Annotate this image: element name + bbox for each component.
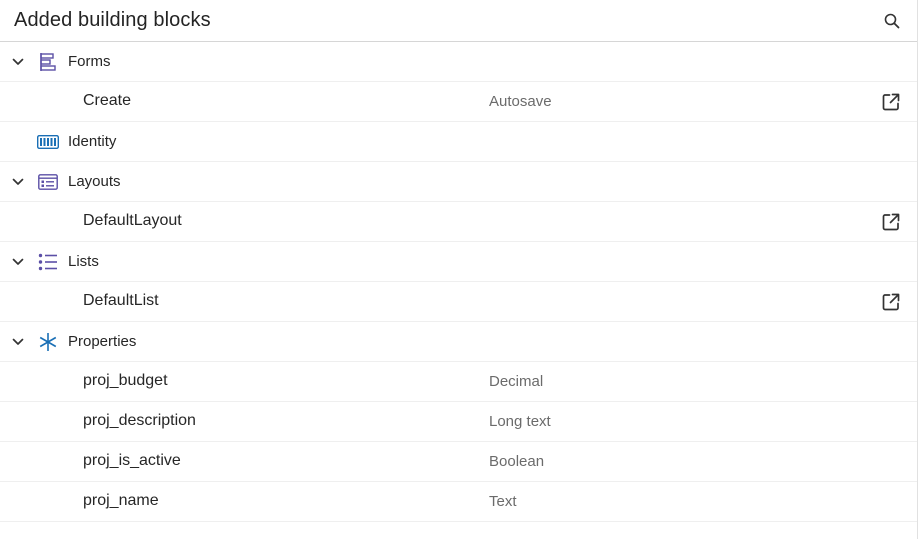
search-button[interactable] [881,10,903,32]
open-external-icon[interactable] [880,291,902,313]
category-row-layouts[interactable]: Layouts [0,162,917,202]
category-row-forms[interactable]: Forms [0,42,917,82]
category-label: Forms [68,53,111,70]
list-item[interactable]: DefaultList [0,282,917,322]
category-label: Properties [68,333,137,350]
panel-header: Added building blocks [0,0,917,42]
item-name: proj_is_active [83,452,181,469]
open-external-icon[interactable] [880,211,902,233]
list-item[interactable]: DefaultLayout [0,202,917,242]
chevron-down-icon[interactable] [10,174,26,190]
panel-title: Added building blocks [14,9,211,31]
item-name: Create [83,92,132,109]
search-icon [884,13,900,28]
lists-icon [37,251,59,273]
list-item[interactable]: proj_budget Decimal [0,362,917,402]
tree-list: Forms Create Autosave Identity Layouts Defa… [0,42,917,522]
list-item[interactable]: proj_name Text [0,482,917,522]
chevron-down-icon[interactable] [10,334,26,350]
item-type: Autosave [489,93,552,110]
layouts-icon [37,171,59,193]
category-label: Lists [68,253,99,270]
item-name: DefaultLayout [83,212,182,229]
item-type: Boolean [489,453,545,470]
list-item[interactable]: Create Autosave [0,82,917,122]
properties-icon [37,331,59,353]
item-name: DefaultList [83,292,159,309]
item-name: proj_name [83,492,159,509]
chevron-down-icon[interactable] [10,254,26,270]
category-label: Identity [68,133,117,150]
identity-icon [37,131,59,153]
category-row-properties[interactable]: Properties [0,322,917,362]
item-type: Text [489,493,517,510]
open-external-icon[interactable] [880,91,902,113]
list-item[interactable]: proj_description Long text [0,402,917,442]
item-type: Decimal [489,373,544,390]
list-item[interactable]: proj_is_active Boolean [0,442,917,482]
chevron-down-icon[interactable] [10,54,26,70]
category-row-identity[interactable]: Identity [0,122,917,162]
category-row-lists[interactable]: Lists [0,242,917,282]
category-label: Layouts [68,173,121,190]
building-blocks-panel: Added building blocks Forms Create Autosav… [0,0,918,539]
item-name: proj_description [83,412,196,429]
item-type: Long text [489,413,551,430]
forms-icon [37,51,59,73]
item-name: proj_budget [83,372,168,389]
